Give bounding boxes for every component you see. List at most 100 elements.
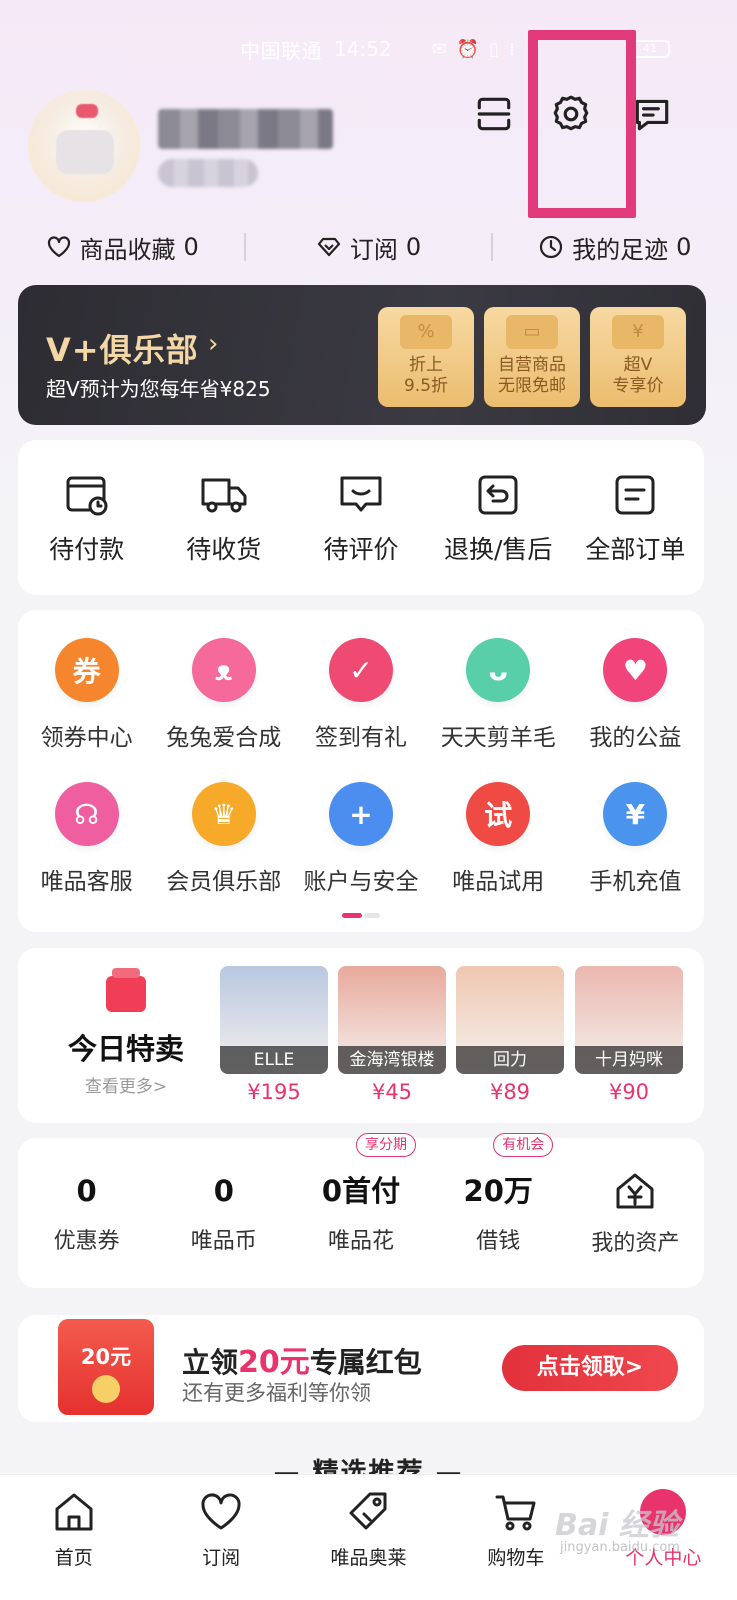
footprints-link[interactable]: 我的足迹 0 — [493, 230, 737, 265]
watermark-logo: Bai 经验 — [555, 1508, 679, 1543]
product-image[interactable]: 回力 — [456, 966, 564, 1074]
today-sale-card[interactable]: 今日特卖 查看更多> ELLE ¥195 金海湾银楼 ¥45 回力 ¥89 十月妈咪 ¥90 — [18, 948, 704, 1123]
order-pending-review[interactable]: 待评价 — [292, 470, 429, 566]
service-label: 手机充值 — [589, 869, 682, 895]
battery-icon: 41 — [630, 40, 670, 58]
subscriptions-count: 0 — [405, 233, 422, 261]
profile-header[interactable] — [28, 90, 333, 202]
benefit-line1: 超V — [623, 355, 653, 375]
product-image[interactable]: 金海湾银楼 — [338, 966, 446, 1074]
order-pending-payment[interactable]: 待付款 — [18, 470, 155, 566]
gift-bag-icon — [106, 968, 146, 1012]
nav-outlet[interactable]: 唯品奥莱 — [295, 1475, 442, 1600]
carrier-name: 中国联通 — [240, 38, 322, 63]
coupon-center-icon: 券 — [54, 638, 119, 702]
subscriptions-label: 订阅 — [349, 235, 398, 264]
avatar[interactable] — [28, 90, 140, 202]
product-brand: 回力 — [456, 1046, 564, 1074]
nav-home[interactable]: 首页 — [0, 1475, 147, 1600]
message-icon[interactable] — [630, 92, 674, 136]
service-crown[interactable]: ♛ 会员俱乐部 — [155, 782, 292, 896]
favorites-link[interactable]: 商品收藏 0 — [0, 230, 244, 265]
banner-title-post: 专属红包 — [309, 1346, 422, 1379]
banner-title-highlight: 20元 — [238, 1345, 310, 1380]
service-calendar-check[interactable]: ✓ 签到有礼 — [292, 638, 429, 752]
nav-subscriptions[interactable]: 订阅 — [147, 1475, 294, 1600]
service-charity-heart[interactable]: ♥ 我的公益 — [567, 638, 704, 752]
subscriptions-link[interactable]: 订阅 0 — [246, 230, 490, 265]
order-label: 退换/售后 — [443, 534, 553, 564]
vclub-subtitle: 超V预计为您每年省¥825 — [46, 377, 271, 401]
banner-title: 立领20元专属红包 — [182, 1337, 422, 1381]
asset-label: 我的资产 — [591, 1231, 680, 1256]
claim-button[interactable]: 点击领取> — [502, 1345, 678, 1391]
service-trial[interactable]: 试唯品试用 — [430, 782, 567, 896]
today-sale-header[interactable]: 今日特卖 查看更多> — [56, 968, 196, 1097]
benefit-line2: 专享价 — [612, 376, 664, 396]
order-pending-delivery[interactable]: 待收货 — [155, 470, 292, 566]
box-icon: ▭ — [506, 315, 558, 349]
order-returns[interactable]: 退换/售后 — [430, 470, 567, 566]
product-price: ¥195 — [247, 1080, 301, 1104]
service-headset[interactable]: ☊ 唯品客服 — [18, 782, 155, 896]
service-rabbit[interactable]: ᴥ 兔兔爱合成 — [155, 638, 292, 752]
wallet-clock-icon — [66, 476, 108, 515]
product-brand: ELLE — [220, 1046, 328, 1074]
banner-subtitle: 还有更多福利等你领 — [182, 1381, 371, 1405]
services-grid: 券领券中心 ᴥ 兔兔爱合成 ✓ 签到有礼 ᴗ 天天剪羊毛 ♥ 我的公益 ☊ 唯品客服 ♛ 会员俱乐部 + 账… — [18, 638, 704, 896]
footprints-count: 0 — [676, 233, 692, 261]
sale-product-card[interactable]: 回力 ¥89 — [456, 966, 564, 1104]
vclub-benefit-exclusive-price[interactable]: ¥ 超V 专享价 — [590, 307, 686, 407]
rabbit-icon: ᴥ — [191, 638, 256, 702]
heart-icon — [47, 236, 70, 258]
crown-icon: ♛ — [191, 782, 256, 846]
service-coupon-center[interactable]: 券领券中心 — [18, 638, 155, 752]
order-label: 待付款 — [49, 534, 125, 564]
product-brand: 十月妈咪 — [575, 1046, 683, 1074]
service-shield[interactable]: + 账户与安全 — [292, 782, 429, 896]
cart-icon — [495, 1495, 536, 1531]
sale-product-card[interactable]: 金海湾银楼 ¥45 — [338, 966, 446, 1104]
page-indicator — [342, 913, 380, 918]
asset-coupons[interactable]: 0 优惠券 — [18, 1171, 155, 1255]
calendar-check-icon: ✓ — [328, 638, 393, 702]
vclub-benefit-discount[interactable]: % 折上 9.5折 — [378, 307, 474, 407]
asset-my-assets[interactable]: 我的资产 — [567, 1169, 704, 1257]
vclub-title: V+俱乐部 — [46, 331, 199, 369]
nav-label: 订阅 — [202, 1547, 241, 1569]
vplus-club-banner[interactable]: V+俱乐部 › 超V预计为您每年省¥825 % 折上 9.5折 ▭ 自营商品 无… — [18, 285, 706, 425]
sheep-icon: ᴗ — [466, 638, 531, 702]
asset-loan[interactable]: 有机会 20万 借钱 — [430, 1133, 567, 1255]
order-label: 待收货 — [186, 534, 262, 564]
order-all[interactable]: 全部订单 — [567, 470, 704, 566]
scan-icon[interactable] — [472, 92, 516, 136]
vclub-benefit-free-shipping[interactable]: ▭ 自营商品 无限免邮 — [484, 307, 580, 407]
service-phone-recharge[interactable]: ¥ 手机充值 — [567, 782, 704, 896]
nav-label: 购物车 — [487, 1547, 545, 1569]
service-label: 会员俱乐部 — [166, 869, 282, 895]
view-more-link[interactable]: 查看更多> — [56, 1072, 196, 1097]
discount-ticket-icon: % — [400, 315, 452, 349]
service-sheep[interactable]: ᴗ 天天剪羊毛 — [430, 638, 567, 752]
benefit-line1: 自营商品 — [498, 355, 566, 375]
diamond-icon — [317, 237, 340, 257]
nav-label: 唯品奥莱 — [330, 1547, 407, 1569]
red-packet-banner[interactable]: 20元 立领20元专属红包 还有更多福利等你领 点击领取> — [18, 1315, 704, 1422]
product-image[interactable]: 十月妈咪 — [575, 966, 683, 1074]
service-label: 天天剪羊毛 — [440, 725, 556, 751]
asset-vip-credit[interactable]: 享分期 0首付 唯品花 — [292, 1133, 429, 1255]
asset-label: 借钱 — [476, 1229, 521, 1254]
watermark-url: jingyan.baidu.com — [560, 1540, 680, 1555]
yen-tag-icon: ¥ — [612, 315, 664, 349]
quick-stats-row: 商品收藏 0 订阅 0 我的足迹 0 — [0, 228, 737, 266]
list-icon — [615, 475, 655, 514]
product-image[interactable]: ELLE — [220, 966, 328, 1074]
opportunity-badge: 有机会 — [493, 1133, 554, 1157]
asset-vip-coins[interactable]: 0 唯品币 — [155, 1171, 292, 1255]
sale-product-card[interactable]: ELLE ¥195 — [220, 966, 328, 1104]
asset-value: 0 — [76, 1174, 97, 1208]
product-price: ¥90 — [608, 1080, 650, 1104]
sale-product-card[interactable]: 十月妈咪 ¥90 — [575, 966, 683, 1104]
today-sale-title: 今日特卖 — [67, 1032, 184, 1066]
user-level-blurred — [158, 159, 258, 187]
